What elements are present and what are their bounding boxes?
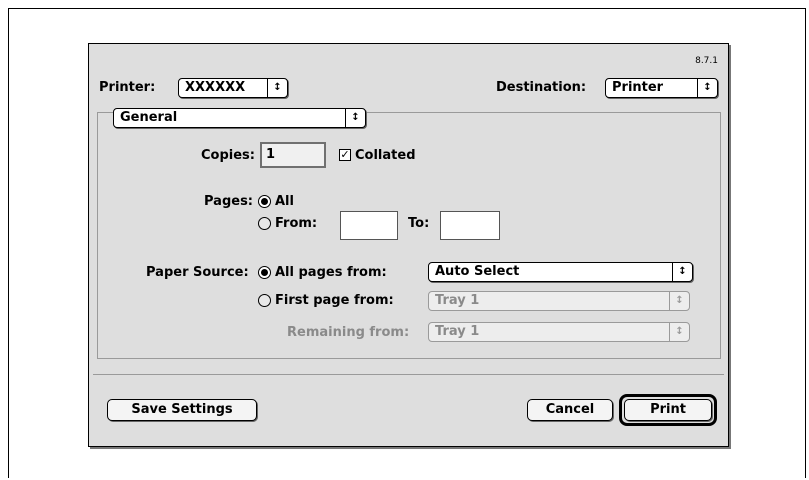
copies-label: Copies: (201, 148, 255, 163)
destination-popup[interactable]: Printer ↕ (605, 78, 718, 98)
version-label: 8.7.1 (695, 56, 718, 66)
all-pages-radio[interactable] (258, 266, 271, 279)
remaining-popup[interactable]: Tray 1 ↕ (428, 322, 690, 342)
destination-label: Destination: (496, 80, 587, 95)
up-down-arrows-icon: ↕ (345, 109, 365, 127)
up-down-arrows-icon: ↕ (669, 292, 689, 310)
collated-label: Collated (355, 148, 416, 163)
print-dialog: 8.7.1 Printer: XXXXXX ↕ Destination: Pri… (88, 43, 729, 447)
all-pages-popup[interactable]: Auto Select ↕ (428, 262, 693, 282)
panel-popup[interactable]: General ↕ (113, 108, 366, 128)
pages-to-field[interactable] (440, 211, 500, 240)
remaining-label: Remaining from: (287, 325, 410, 340)
paper-source-label: Paper Source: (146, 265, 249, 280)
printer-label: Printer: (99, 80, 156, 95)
pages-label: Pages: (204, 194, 254, 209)
remaining-value: Tray 1 (435, 324, 480, 339)
first-page-radio[interactable] (258, 294, 271, 307)
printer-popup[interactable]: XXXXXX ↕ (178, 78, 288, 98)
cancel-button[interactable]: Cancel (527, 399, 613, 421)
up-down-arrows-icon: ↕ (697, 79, 717, 97)
pages-from-label: From: (275, 216, 318, 231)
pages-from-field[interactable] (340, 211, 398, 240)
printer-value: XXXXXX (185, 80, 246, 95)
save-settings-button[interactable]: Save Settings (107, 399, 257, 421)
collated-checkbox[interactable]: ✓ (339, 149, 351, 161)
all-pages-value: Auto Select (435, 264, 520, 279)
up-down-arrows-icon: ↕ (672, 263, 692, 281)
first-page-value: Tray 1 (435, 293, 480, 308)
first-page-popup[interactable]: Tray 1 ↕ (428, 291, 690, 311)
pages-to-label: To: (408, 216, 430, 231)
pages-from-radio[interactable] (258, 217, 271, 230)
pages-all-label: All (275, 194, 294, 209)
copies-field[interactable]: 1 (260, 142, 326, 168)
panel-value: General (120, 110, 178, 125)
print-button[interactable]: Print (624, 399, 712, 421)
up-down-arrows-icon: ↕ (267, 79, 287, 97)
up-down-arrows-icon: ↕ (669, 323, 689, 341)
first-page-label: First page from: (275, 293, 394, 308)
divider (93, 374, 724, 375)
pages-all-radio[interactable] (258, 195, 271, 208)
all-pages-label: All pages from: (275, 265, 387, 280)
destination-value: Printer (612, 80, 664, 95)
